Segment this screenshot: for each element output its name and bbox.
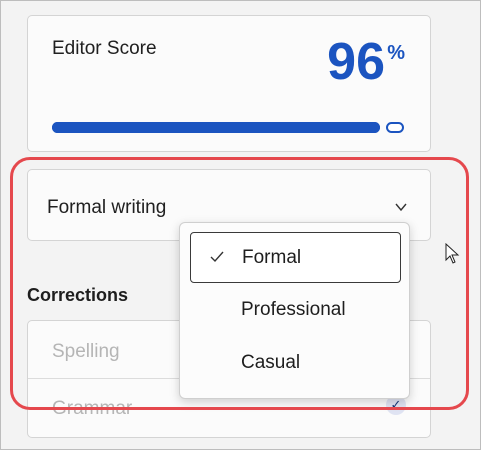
highlight-annotation	[10, 157, 469, 410]
editor-score-label: Editor Score	[52, 38, 157, 59]
editor-score-unit: %	[387, 42, 405, 64]
progress-remainder	[386, 122, 404, 133]
editor-score-card: Editor Score 96 %	[27, 15, 431, 152]
progress-fill	[52, 122, 380, 133]
editor-score-progress-bar	[52, 122, 380, 133]
editor-score-value: 96	[327, 33, 385, 91]
